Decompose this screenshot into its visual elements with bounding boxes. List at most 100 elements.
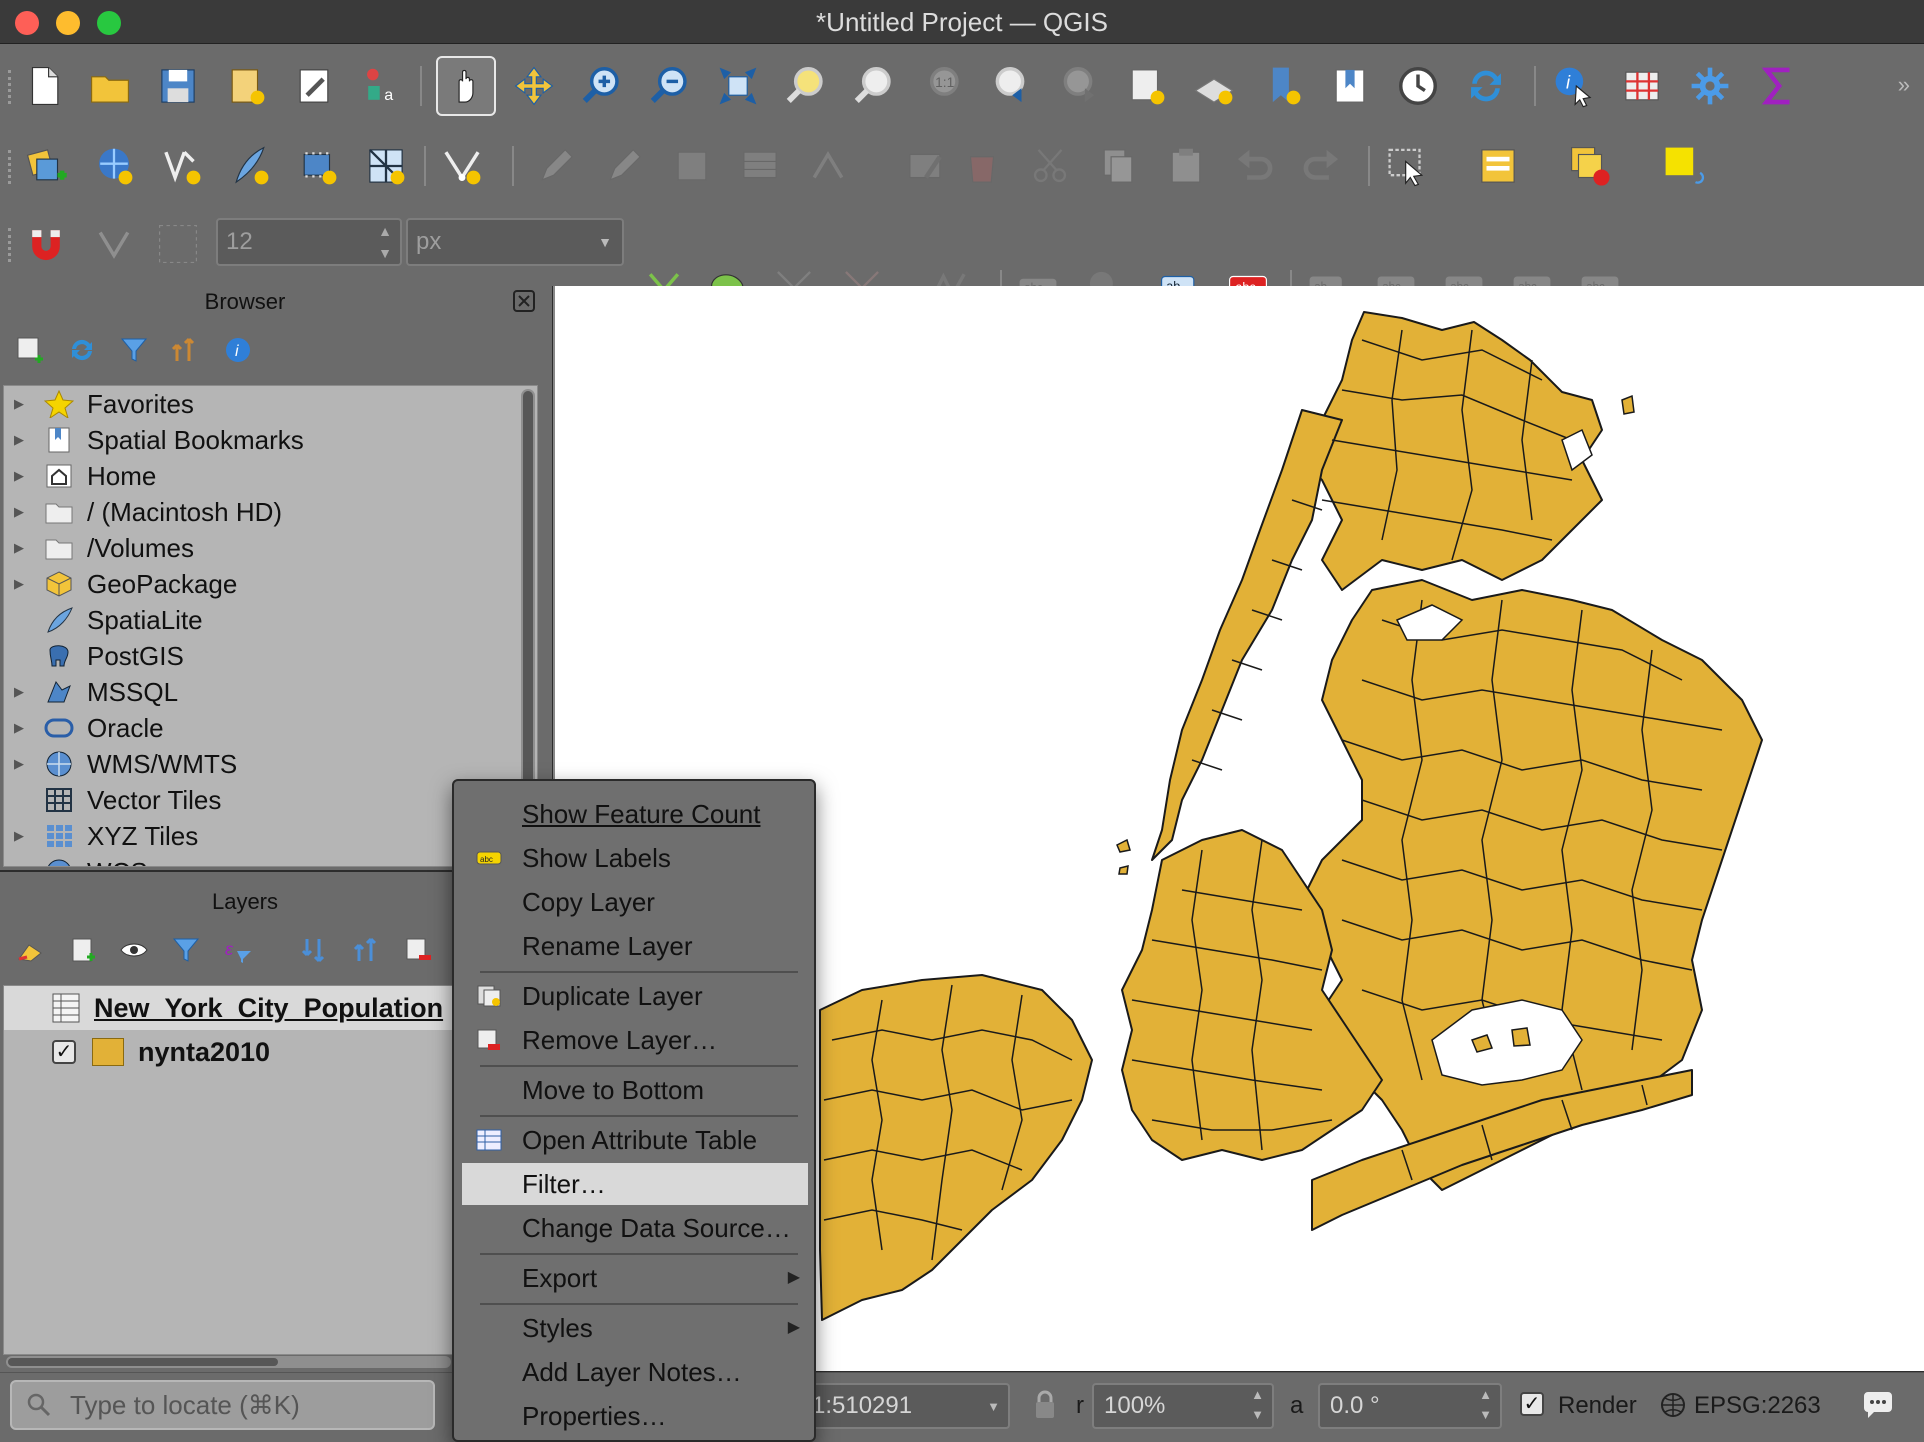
layers-horizontal-scrollbar[interactable]: [6, 1356, 451, 1368]
snapping-magnet-icon[interactable]: [16, 214, 76, 274]
highlight-icon[interactable]: [1654, 136, 1714, 196]
new-print-layout-icon[interactable]: [216, 56, 276, 116]
data-source-manager-icon[interactable]: [16, 136, 76, 196]
render-checkbox[interactable]: ✓: [1520, 1392, 1544, 1416]
menu-item-rename-layer[interactable]: Rename Layer: [462, 925, 808, 967]
refresh-icon[interactable]: [1456, 56, 1516, 116]
tree-item-macintosh-hd[interactable]: ▶ / (Macintosh HD): [4, 494, 524, 530]
digitize-with-segment-icon[interactable]: [432, 136, 492, 196]
tree-item-geopackage[interactable]: ▶ GeoPackage: [4, 566, 524, 602]
toolbox-icon[interactable]: [1680, 56, 1740, 116]
menu-item-duplicate-layer[interactable]: Duplicate Layer: [462, 975, 808, 1017]
menu-item-change-data-source[interactable]: Change Data Source…: [462, 1207, 808, 1249]
menu-item-move-to-bottom[interactable]: Move to Bottom: [462, 1069, 808, 1111]
expand-all-icon[interactable]: [296, 932, 332, 968]
tree-item-wcs[interactable]: ▶ WCS: [4, 854, 524, 866]
snap-tolerance-field[interactable]: 12 ▲ ▼: [216, 218, 402, 266]
tree-item-home[interactable]: ▶ Home: [4, 458, 524, 494]
current-edits-icon[interactable]: [526, 136, 586, 196]
open-project-icon[interactable]: [80, 56, 140, 116]
expand-arrow-icon[interactable]: ▶: [14, 746, 24, 782]
menu-item-copy-layer[interactable]: Copy Layer: [462, 881, 808, 923]
expand-arrow-icon[interactable]: ▶: [14, 422, 24, 458]
toolbar-overflow-icon[interactable]: »: [1898, 72, 1910, 98]
properties-info-icon[interactable]: i: [220, 332, 256, 368]
expand-arrow-icon[interactable]: ▶: [14, 818, 24, 854]
new-map-view-icon[interactable]: [1116, 56, 1176, 116]
select-features-icon[interactable]: [1378, 136, 1438, 196]
pan-to-selection-icon[interactable]: [504, 56, 564, 116]
tree-item-volumes[interactable]: ▶ /Volumes: [4, 530, 524, 566]
menu-item-filter[interactable]: Filter…: [462, 1163, 808, 1205]
modify-attributes-icon[interactable]: [896, 136, 956, 196]
crs-label[interactable]: EPSG:2263: [1694, 1383, 1821, 1429]
new-project-icon[interactable]: [14, 56, 74, 116]
magnifier-field[interactable]: 100% ▲ ▼: [1092, 1383, 1274, 1429]
add-selected-layers-icon[interactable]: [12, 332, 48, 368]
expand-arrow-icon[interactable]: ▶: [14, 458, 24, 494]
new-temporary-layer-icon[interactable]: [288, 136, 348, 196]
zoom-last-icon[interactable]: [980, 56, 1040, 116]
cut-features-icon[interactable]: [1020, 136, 1080, 196]
menu-item-open-attribute-table[interactable]: Open Attribute Table: [462, 1119, 808, 1161]
attribute-editing-form-icon[interactable]: [1468, 136, 1528, 196]
paste-features-icon[interactable]: [1156, 136, 1216, 196]
open-attribute-table-icon[interactable]: [1612, 56, 1672, 116]
locator-search-input[interactable]: Type to locate (⌘K): [10, 1380, 435, 1430]
undo-icon[interactable]: [1224, 136, 1284, 196]
tree-item-oracle[interactable]: ▶ Oracle: [4, 710, 524, 746]
manage-visibility-icon[interactable]: [116, 932, 152, 968]
new-spatial-bookmark-icon[interactable]: [1252, 56, 1312, 116]
new-3d-map-view-icon[interactable]: [1184, 56, 1244, 116]
expand-arrow-icon[interactable]: ▶: [14, 566, 24, 602]
style-manager-icon[interactable]: a: [352, 56, 412, 116]
zoom-out-icon[interactable]: [640, 56, 700, 116]
expand-arrow-icon[interactable]: ▶: [14, 854, 24, 866]
tree-item-spatial-bookmarks[interactable]: ▶ Spatial Bookmarks: [4, 422, 524, 458]
expand-arrow-icon[interactable]: ▶: [14, 494, 24, 530]
menu-item-show-labels[interactable]: abc Show Labels: [462, 837, 808, 879]
snap-vertex-icon[interactable]: [84, 214, 144, 274]
tree-item-spatialite[interactable]: SpatiaLite: [4, 602, 524, 638]
new-spatialite-layer-icon[interactable]: [220, 136, 280, 196]
toolbar-grip[interactable]: [8, 70, 11, 104]
snap-options-icon[interactable]: [148, 214, 208, 274]
menu-item-show-feature-count[interactable]: Show Feature Count: [462, 793, 808, 835]
tree-item-vector-tiles[interactable]: Vector Tiles: [4, 782, 524, 818]
filter-by-expression-icon[interactable]: ε: [220, 932, 256, 968]
filter-legend-icon[interactable]: [168, 932, 204, 968]
expand-arrow-icon[interactable]: ▶: [14, 710, 24, 746]
new-virtual-layer-icon[interactable]: [356, 136, 416, 196]
delete-selected-icon[interactable]: [952, 136, 1012, 196]
expand-arrow-icon[interactable]: ▶: [14, 530, 24, 566]
show-bookmarks-icon[interactable]: [1320, 56, 1380, 116]
menu-item-properties[interactable]: Properties…: [462, 1395, 808, 1437]
tree-item-mssql[interactable]: ▶ MSSQL: [4, 674, 524, 710]
pan-map-icon[interactable]: [436, 56, 496, 116]
zoom-next-icon[interactable]: [1048, 56, 1108, 116]
messages-icon[interactable]: [1862, 1392, 1894, 1418]
deselect-all-icon[interactable]: [1560, 136, 1620, 196]
rotation-field[interactable]: 0.0 ° ▲ ▼: [1318, 1383, 1502, 1429]
filter-browser-icon[interactable]: [116, 332, 152, 368]
toolbar-grip[interactable]: [8, 150, 11, 184]
zoom-to-layer-icon[interactable]: [844, 56, 904, 116]
new-shapefile-layer-icon[interactable]: [152, 136, 212, 196]
menu-item-export[interactable]: Export ▶: [462, 1257, 808, 1299]
crs-globe-icon[interactable]: [1660, 1392, 1686, 1418]
snap-units-select[interactable]: px ▼: [406, 218, 624, 266]
zoom-to-selection-icon[interactable]: [776, 56, 836, 116]
save-edits-icon[interactable]: [662, 136, 722, 196]
temporal-controller-icon[interactable]: [1388, 56, 1448, 116]
statistical-summary-icon[interactable]: [1748, 56, 1808, 116]
layer-visibility-checkbox[interactable]: ✓: [52, 1040, 76, 1064]
remove-layer-icon[interactable]: [400, 932, 436, 968]
menu-item-styles[interactable]: Styles ▶: [462, 1307, 808, 1349]
zoom-in-icon[interactable]: [572, 56, 632, 116]
vertex-tool-icon[interactable]: [798, 136, 858, 196]
lock-scale-icon[interactable]: [1034, 1390, 1056, 1420]
scale-select[interactable]: 1:510291 ▼: [800, 1383, 1010, 1429]
tree-item-xyz-tiles[interactable]: ▶ XYZ Tiles: [4, 818, 524, 854]
add-group-icon[interactable]: [64, 932, 100, 968]
menu-item-remove-layer[interactable]: Remove Layer…: [462, 1019, 808, 1061]
